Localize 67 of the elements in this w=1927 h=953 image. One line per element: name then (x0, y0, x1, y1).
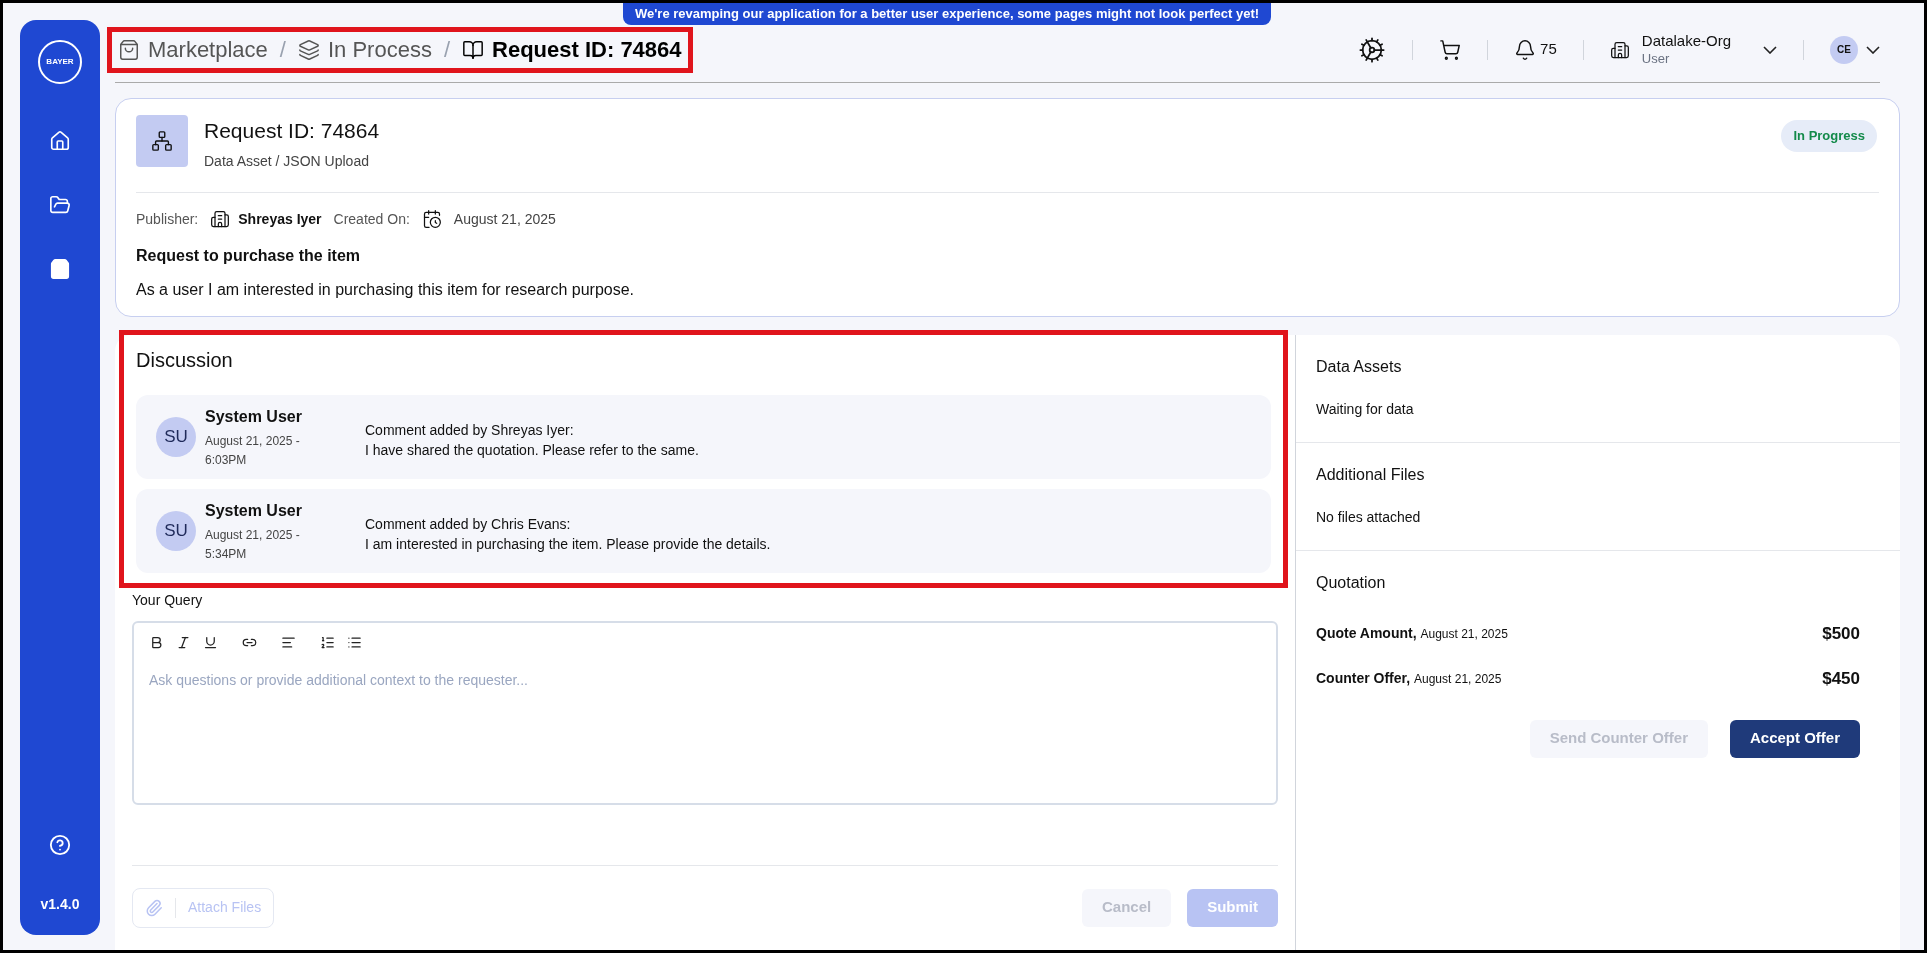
role-label: User (1641, 50, 1670, 67)
chevron-down-icon (1763, 45, 1777, 54)
stack-icon (297, 38, 320, 61)
user-avatar: SU (156, 416, 196, 457)
comment-author: System User (205, 500, 303, 521)
align-left-icon[interactable] (281, 634, 296, 650)
bullet-list-icon[interactable] (347, 634, 362, 650)
comment-time: August 21, 2025 - 5:34PM (205, 526, 301, 563)
quote-amount: $450 (1822, 668, 1860, 690)
organization-name: Datalake-Org (1641, 32, 1731, 51)
notifications-button[interactable]: 75 (1514, 38, 1557, 61)
logo[interactable]: BAYER (38, 40, 82, 84)
cart-icon[interactable] (1439, 38, 1462, 61)
quote-amount: $500 (1822, 622, 1860, 645)
request-heading: Request to purchase the item (136, 245, 362, 266)
publisher-label: Publisher: (136, 209, 199, 229)
comment-header: Comment added by Chris Evans: (365, 514, 572, 534)
asset-thumbnail (136, 115, 188, 167)
user-avatar: CE (1830, 35, 1858, 64)
user-menu[interactable]: CE (1830, 35, 1880, 64)
user-avatar: SU (156, 510, 196, 551)
comment-time: August 21, 2025 - 6:03PM (205, 432, 301, 469)
publisher-name: Shreyas Iyer (238, 209, 322, 229)
book-icon (462, 38, 485, 61)
comment-text: I am interested in purchasing the item. Please provide the details. (365, 534, 771, 554)
section-title: Quotation (1316, 572, 1387, 593)
comment-text: I have shared the quotation. Please refer to the same. (365, 440, 699, 460)
comment-header: Comment added by Shreyas Iyer: (365, 420, 575, 440)
bold-icon[interactable] (149, 634, 164, 650)
organization-switcher[interactable]: Datalake-Org User (1609, 32, 1777, 67)
quote-label: Counter Offer, August 21, 2025 (1316, 669, 1502, 689)
breadcrumb-separator: / (279, 36, 286, 64)
request-subtitle: Data Asset / JSON Upload (204, 151, 370, 171)
underline-icon[interactable] (203, 634, 218, 650)
help-icon[interactable] (49, 834, 71, 856)
settings-icon[interactable] (1358, 35, 1387, 64)
section-text: Waiting for data (1316, 399, 1415, 419)
query-input[interactable]: Ask questions or provide additional context to the requester... (134, 649, 1276, 803)
section-title: Data Assets (1316, 356, 1403, 377)
building-icon (1609, 39, 1630, 60)
request-title: Request ID: 74864 (204, 118, 380, 144)
bag-icon (118, 38, 140, 61)
bell-icon (1514, 38, 1537, 61)
comment-author: System User (205, 406, 303, 427)
request-description: As a user I am interested in purchasing this item for research purpose. (136, 279, 635, 300)
section-title: Additional Files (1316, 464, 1426, 485)
breadcrumb-separator: / (443, 36, 451, 64)
chevron-down-icon (1866, 45, 1880, 54)
created-date: August 21, 2025 (453, 209, 556, 229)
building-icon (210, 209, 231, 229)
breadcrumb-link[interactable]: In Process (297, 33, 432, 66)
breadcrumb-current[interactable]: Request ID: 74864 (462, 33, 682, 66)
calendar-icon (421, 209, 442, 229)
numbered-list-icon[interactable] (320, 634, 335, 650)
announcement-banner: We're revamping our application for a better user experience, some pages might not look perfect yet! (623, 3, 1272, 25)
italic-icon[interactable] (176, 634, 191, 650)
created-label: Created On: (333, 209, 410, 229)
quote-label: Quote Amount, August 21, 2025 (1316, 623, 1508, 643)
primary-button[interactable]: Accept Offer (1729, 719, 1860, 758)
paperclip-icon (145, 898, 163, 917)
query-label: Your Query (132, 590, 204, 610)
breadcrumb-link[interactable]: Marketplace (118, 33, 268, 66)
status-badge: In Progress (1781, 120, 1877, 152)
version-label: v1.4.0 (40, 895, 80, 914)
rich-text-editor[interactable]: Ask questions or provide additional context to the requester... (132, 620, 1278, 805)
discussion-title: Discussion (136, 347, 234, 373)
section-text: No files attached (1316, 507, 1422, 527)
